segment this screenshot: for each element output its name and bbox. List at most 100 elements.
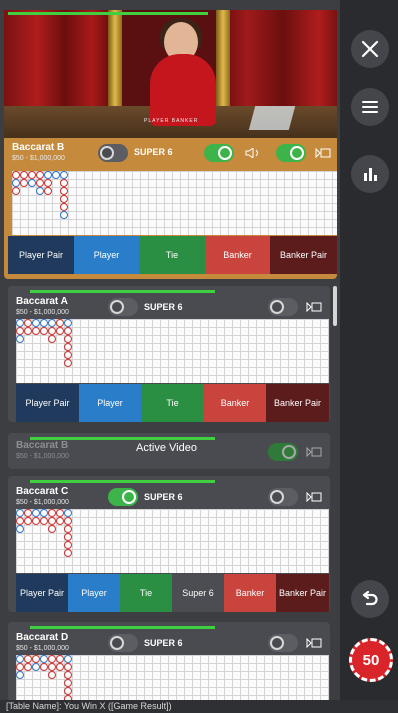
super6-toggle[interactable] (98, 144, 128, 162)
sound-icon[interactable] (245, 148, 261, 158)
bead-banker (40, 517, 48, 525)
video-icon[interactable] (306, 492, 322, 502)
round-progress (8, 12, 208, 15)
super6-label: SUPER 6 (144, 638, 183, 648)
bet-banker-pair[interactable]: Banker Pair (266, 384, 329, 422)
bead-banker (40, 663, 48, 671)
bet-banker[interactable]: Banker (205, 236, 270, 274)
bet-bar: Player Pair Player Tie Super 6 Banker Ba… (16, 574, 329, 612)
video-toggle[interactable] (268, 634, 298, 652)
bead-player (12, 179, 20, 187)
bead-banker (24, 663, 32, 671)
bead-banker (24, 327, 32, 335)
bead-player (32, 319, 40, 327)
bet-bar: Player Pair Player Tie Banker Banker Pai… (16, 384, 329, 422)
bead-player (44, 171, 52, 179)
video-toggle[interactable] (268, 298, 298, 316)
video-icon[interactable] (306, 302, 322, 312)
bead-player (48, 319, 56, 327)
bead-player (60, 171, 68, 179)
bead-road (16, 655, 329, 700)
bet-tie[interactable]: Tie (120, 574, 172, 612)
bet-banker[interactable]: Banker (224, 574, 276, 612)
video-toggle[interactable] (268, 488, 298, 506)
table-list[interactable]: PLAYER BANKER Baccarat B $50 - $1,000,00… (0, 0, 340, 700)
round-progress (30, 480, 215, 483)
bead-banker (48, 655, 56, 663)
bet-tie[interactable]: Tie (141, 384, 204, 422)
bead-player (32, 663, 40, 671)
table-name: Baccarat D (16, 632, 69, 643)
bet-player-pair[interactable]: Player Pair (16, 384, 79, 422)
bead-banker (32, 517, 40, 525)
bead-banker (60, 195, 68, 203)
dealer (150, 54, 216, 126)
bead-banker (56, 655, 64, 663)
table-limits: $50 - $1,000,000 (16, 453, 69, 460)
table-sign: PLAYER BANKER (144, 118, 199, 124)
video-toggle[interactable] (268, 443, 298, 461)
menu-icon (362, 101, 378, 113)
bet-player-pair[interactable]: Player Pair (16, 574, 68, 612)
bead-banker (56, 663, 64, 671)
bead-banker (36, 179, 44, 187)
bead-banker (24, 655, 32, 663)
super6-toggle[interactable] (108, 488, 138, 506)
video-toggle[interactable] (276, 144, 306, 162)
bet-player[interactable]: Player (68, 574, 120, 612)
bead-banker (64, 533, 72, 541)
video-icon[interactable] (306, 447, 322, 457)
bet-bar: Player Pair Player Tie Banker Banker Pai… (8, 236, 337, 274)
bead-banker (16, 517, 24, 525)
super6-toggle[interactable] (108, 634, 138, 652)
bead-player (36, 187, 44, 195)
table-card-baccarat-c[interactable]: Baccarat C $50 - $1,000,000 SUPER 6 Play… (8, 476, 330, 612)
bead-banker (36, 171, 44, 179)
chip-value: 50 (362, 651, 380, 669)
undo-button[interactable] (351, 580, 389, 618)
table-card-baccarat-d[interactable]: Baccarat D $50 - $1,000,000 SUPER 6 (8, 622, 330, 700)
chip-selector[interactable]: 50 (349, 638, 393, 682)
bet-banker-pair[interactable]: Banker Pair (276, 574, 329, 612)
table-card-baccarat-b-active[interactable]: Baccarat B $50 - $1,000,000 SUPER 6 Play… (4, 138, 337, 279)
bead-banker (24, 517, 32, 525)
bead-banker (64, 549, 72, 557)
bead-banker (56, 319, 64, 327)
bet-player[interactable]: Player (74, 236, 139, 274)
table-card-baccarat-b-active-video[interactable]: Baccarat B $50 - $1,000,000 Active Video (8, 433, 330, 469)
right-rail: 50 (340, 0, 398, 713)
bead-banker (48, 335, 56, 343)
bead-banker (64, 327, 72, 335)
card-shoe (248, 106, 296, 130)
bar-chart-icon (364, 168, 377, 181)
sound-toggle[interactable] (204, 144, 234, 162)
close-button[interactable] (351, 30, 389, 68)
bead-banker (64, 335, 72, 343)
menu-button[interactable] (351, 88, 389, 126)
bead-banker (64, 359, 72, 367)
scrollbar[interactable] (333, 286, 337, 326)
bet-player-pair[interactable]: Player Pair (8, 236, 74, 274)
bead-banker (32, 655, 40, 663)
table-limits: $50 - $1,000,000 (12, 155, 65, 162)
video-icon[interactable] (315, 148, 331, 158)
live-video[interactable]: PLAYER BANKER (4, 10, 337, 138)
bead-banker (60, 187, 68, 195)
bead-banker (56, 509, 64, 517)
bead-banker (64, 525, 72, 533)
bet-tie[interactable]: Tie (139, 236, 205, 274)
bet-player[interactable]: Player (79, 384, 141, 422)
super6-toggle[interactable] (108, 298, 138, 316)
bead-player (16, 671, 24, 679)
bead-banker (64, 687, 72, 695)
table-card-baccarat-a[interactable]: Baccarat A $50 - $1,000,000 SUPER 6 Play… (8, 286, 330, 422)
bet-banker-pair[interactable]: Banker Pair (270, 236, 337, 274)
bead-banker (64, 541, 72, 549)
bead-player (16, 525, 24, 533)
bead-banker (64, 517, 72, 525)
bet-super6[interactable]: Super 6 (172, 574, 224, 612)
bead-player (32, 509, 40, 517)
video-icon[interactable] (306, 638, 322, 648)
statistics-button[interactable] (351, 155, 389, 193)
bet-banker[interactable]: Banker (204, 384, 266, 422)
